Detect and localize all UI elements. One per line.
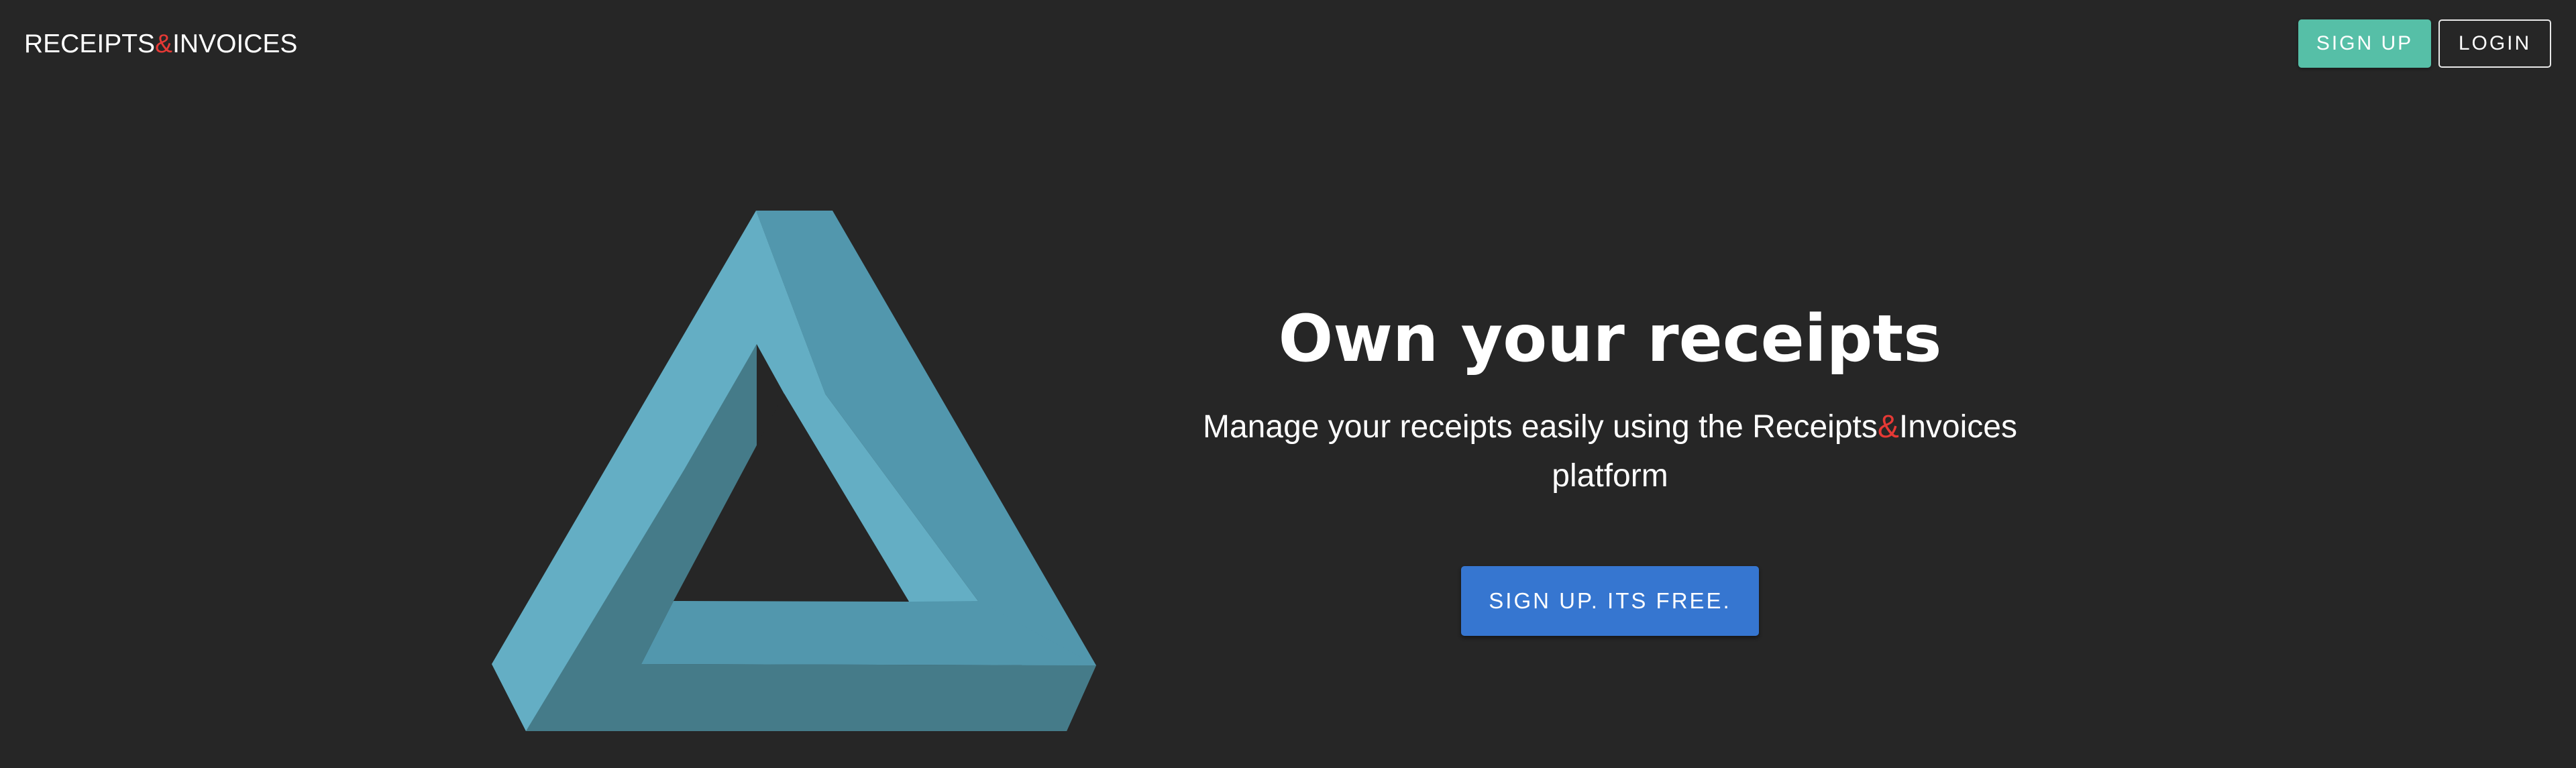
hero-headline: Own your receipts xyxy=(1278,301,1942,376)
subtitle-ampersand: & xyxy=(1877,409,1899,445)
logo-ampersand: & xyxy=(155,30,173,58)
hero-section: Own your receipts Manage your receipts e… xyxy=(1140,288,2080,636)
app-logo[interactable]: RECEIPTS&INVOICES xyxy=(24,30,297,59)
header-signup-button[interactable]: SIGN UP xyxy=(2298,19,2431,68)
signup-free-button[interactable]: SIGN UP. ITS FREE. xyxy=(1461,566,1759,636)
impossible-triangle-icon xyxy=(470,195,1127,765)
header-login-button[interactable]: LOGIN xyxy=(2438,19,2551,68)
hero-subtitle: Manage your receipts easily using the Re… xyxy=(1174,402,2046,500)
top-navigation-bar: RECEIPTS&INVOICES SIGN UP LOGIN xyxy=(0,0,2576,87)
subtitle-text-start: Manage your receipts easily using the Re… xyxy=(1203,409,1878,445)
logo-text-receipts: RECEIPTS xyxy=(24,30,156,58)
logo-text-invoices: INVOICES xyxy=(172,30,298,58)
